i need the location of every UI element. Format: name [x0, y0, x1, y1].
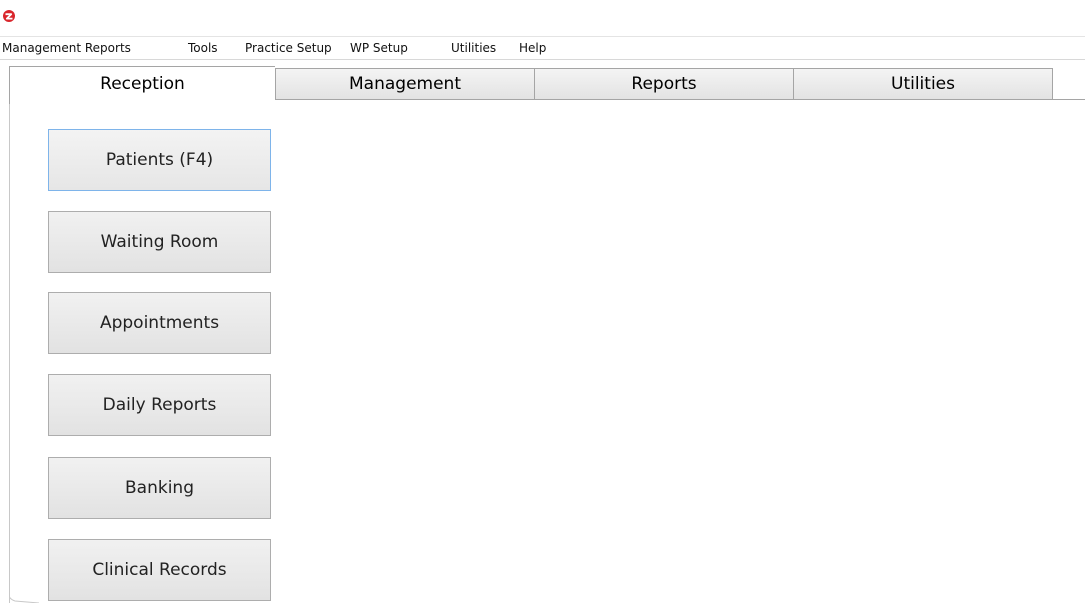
- clinical-records-button[interactable]: Clinical Records: [48, 539, 271, 601]
- tab-utilities[interactable]: Utilities: [793, 68, 1053, 100]
- banking-button[interactable]: Banking: [48, 457, 271, 519]
- tab-management[interactable]: Management: [275, 68, 535, 100]
- menu-help[interactable]: Help: [519, 41, 546, 55]
- menu-bar: Management Reports Tools Practice Setup …: [0, 36, 1085, 60]
- tab-reception[interactable]: Reception: [9, 66, 275, 104]
- daily-reports-button[interactable]: Daily Reports: [48, 374, 271, 436]
- waiting-room-button[interactable]: Waiting Room: [48, 211, 271, 273]
- appointments-button[interactable]: Appointments: [48, 292, 271, 354]
- tab-reports[interactable]: Reports: [534, 68, 794, 100]
- menu-tools[interactable]: Tools: [188, 41, 218, 55]
- main-tab-strip: Reception Management Reports Utilities: [0, 60, 1085, 104]
- patients-button[interactable]: Patients (F4): [48, 129, 271, 191]
- menu-utilities[interactable]: Utilities: [451, 41, 496, 55]
- title-bar: [0, 0, 1085, 36]
- menu-management-reports[interactable]: Management Reports: [2, 41, 131, 55]
- menu-practice-setup[interactable]: Practice Setup: [245, 41, 332, 55]
- menu-wp-setup[interactable]: WP Setup: [350, 41, 408, 55]
- app-logo-icon: [3, 10, 15, 22]
- panel-corner-decoration: [9, 585, 39, 603]
- tab-strip-baseline: [1053, 99, 1085, 100]
